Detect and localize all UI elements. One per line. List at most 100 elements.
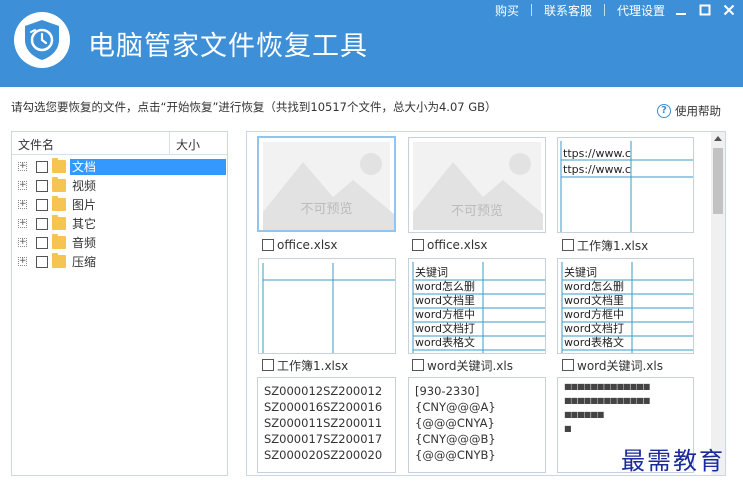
file-caption[interactable]: office.xlsx — [412, 237, 488, 253]
app-title: 电脑管家文件恢复工具 — [88, 31, 368, 62]
tree-item-label: 文档 — [70, 158, 226, 175]
scroll-up-arrow-icon[interactable] — [714, 136, 722, 141]
file-checkbox[interactable] — [562, 359, 574, 371]
sheet-cell: ttps://www.c — [563, 147, 631, 160]
tree-item-videos[interactable]: + 视频 — [12, 176, 227, 195]
no-preview-text: 不可预览 — [300, 202, 353, 217]
text-preview-line: {CNY@@@B} — [415, 432, 496, 446]
no-preview-placeholder: 不可预览 — [413, 142, 543, 230]
tree-item-audio[interactable]: + 音频 — [12, 233, 227, 252]
sheet-cell: word怎么删 — [564, 280, 625, 293]
text-preview-line: [930-2330] — [415, 384, 480, 398]
help-button[interactable]: ? 使用帮助 — [657, 103, 721, 119]
close-button[interactable] — [721, 2, 737, 18]
expand-icon[interactable]: + — [18, 200, 27, 209]
file-thumbnail[interactable]: 不可预览 — [257, 136, 396, 232]
sheet-cell: word表格文 — [415, 336, 476, 349]
folder-icon — [52, 196, 66, 211]
tree-header: 文件名 大小 — [12, 132, 227, 155]
file-type-tree: 文件名 大小 + 文档 + 视频 + 图片 + 其它 + 音频 + 压缩 — [11, 131, 228, 476]
text-preview-line: SZ000011SZ200011 — [264, 416, 383, 430]
text-preview-line: SZ000012SZ200012 — [264, 384, 383, 398]
file-checkbox[interactable] — [262, 239, 274, 251]
spreadsheet-grid — [262, 263, 395, 353]
no-preview-placeholder: 不可预览 — [263, 142, 394, 230]
sheet-cell: word文档里 — [564, 294, 625, 307]
tree-item-documents[interactable]: + 文档 — [12, 157, 227, 176]
sheet-cell: word表格文 — [564, 336, 625, 349]
minimize-button[interactable] — [673, 2, 689, 18]
column-header-size[interactable]: 大小 — [176, 136, 200, 153]
text-preview-line: ■■■■■■ — [564, 410, 604, 419]
file-name: office.xlsx — [427, 238, 488, 252]
tree-checkbox[interactable] — [36, 160, 48, 173]
proxy-settings-link[interactable]: 代理设置 — [617, 2, 665, 19]
text-preview-line: SZ000016SZ200016 — [264, 400, 383, 414]
scrollbar-thumb[interactable] — [713, 148, 723, 214]
contact-support-link[interactable]: 联系客服 — [544, 2, 592, 19]
sheet-cell: ttps://www.c — [563, 163, 631, 176]
sheet-cell: word文档打 — [564, 322, 625, 335]
minimize-icon — [676, 13, 686, 15]
sheet-cell: word文档里 — [415, 294, 476, 307]
column-divider[interactable] — [169, 132, 170, 154]
text-preview-line: SZ000020SZ200020 — [264, 448, 383, 462]
tree-item-images[interactable]: + 图片 — [12, 195, 227, 214]
vertical-scrollbar[interactable] — [711, 132, 725, 475]
tree-checkbox[interactable] — [36, 236, 48, 249]
expand-icon[interactable]: + — [18, 257, 27, 266]
file-thumbnail[interactable]: ttps://www.c ttps://www.c — [557, 137, 694, 233]
link-divider — [530, 4, 532, 16]
file-checkbox[interactable] — [412, 359, 424, 371]
tree-checkbox[interactable] — [36, 255, 48, 268]
file-thumbnail[interactable] — [258, 258, 396, 354]
file-caption[interactable]: word关键词.xls — [562, 357, 663, 373]
folder-icon — [52, 234, 66, 249]
tree-item-other[interactable]: + 其它 — [12, 214, 227, 233]
sheet-cell: word方框中 — [415, 308, 476, 321]
file-thumbnail[interactable]: 关键词 word怎么删 word文档里 word方框中 word文档打 word… — [408, 258, 546, 354]
app-header: 电脑管家文件恢复工具 购买 联系客服 代理设置 — [0, 0, 743, 87]
file-thumbnail[interactable]: [930-2330] {CNY@@@A} {@@@CNYA} {CNY@@@B}… — [408, 377, 546, 473]
file-checkbox[interactable] — [262, 359, 274, 371]
expand-icon[interactable]: + — [18, 181, 27, 190]
file-thumbnail[interactable]: SZ000012SZ200012 SZ000016SZ200016 SZ0000… — [257, 377, 396, 473]
buy-link[interactable]: 购买 — [495, 2, 519, 19]
file-checkbox[interactable] — [412, 239, 424, 251]
sheet-cell: word怎么删 — [415, 280, 476, 293]
expand-icon[interactable]: + — [18, 238, 27, 247]
help-icon: ? — [657, 104, 671, 118]
maximize-icon — [699, 4, 711, 16]
text-preview-line: {CNY@@@A} — [415, 400, 496, 414]
folder-icon — [52, 215, 66, 230]
link-divider — [603, 4, 605, 16]
tree-checkbox[interactable] — [36, 198, 48, 211]
sheet-cell: word方框中 — [564, 308, 625, 321]
file-thumbnail[interactable]: 关键词 word怎么删 word文档里 word方框中 word文档打 word… — [557, 258, 694, 354]
maximize-button[interactable] — [697, 2, 713, 18]
help-label: 使用帮助 — [675, 104, 721, 118]
column-header-name[interactable]: 文件名 — [18, 136, 54, 153]
sheet-cell: 关键词 — [564, 266, 597, 279]
sheet-cell: word文档打 — [415, 322, 476, 335]
no-preview-text: 不可预览 — [450, 204, 503, 219]
sheet-cell: 关键词 — [415, 266, 448, 279]
file-caption[interactable]: office.xlsx — [262, 237, 338, 253]
file-checkbox[interactable] — [562, 239, 574, 251]
expand-icon[interactable]: + — [18, 162, 27, 171]
file-caption[interactable]: 工作簿1.xlsx — [262, 357, 348, 373]
tree-checkbox[interactable] — [36, 217, 48, 230]
folder-icon — [52, 253, 66, 268]
text-preview-line: {@@@CNYA} — [415, 416, 495, 430]
file-thumbnail[interactable]: 不可预览 — [408, 137, 546, 233]
app-logo — [14, 12, 70, 68]
tree-item-label: 音频 — [72, 235, 97, 250]
tree-checkbox[interactable] — [36, 179, 48, 192]
file-caption[interactable]: 工作簿1.xlsx — [562, 237, 648, 253]
folder-icon — [52, 177, 66, 192]
expand-icon[interactable]: + — [18, 219, 27, 228]
folder-icon — [52, 158, 66, 173]
tree-item-archives[interactable]: + 压缩 — [12, 252, 227, 271]
file-caption[interactable]: word关键词.xls — [412, 357, 513, 373]
shield-clock-icon — [25, 20, 59, 60]
